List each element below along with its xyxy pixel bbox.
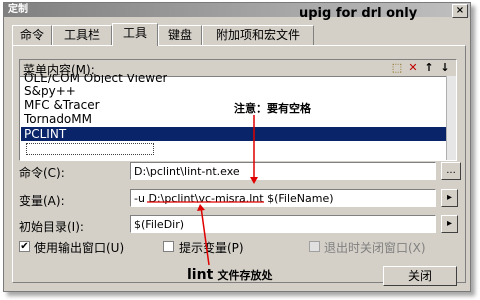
browse-button[interactable]: ... (441, 162, 461, 180)
list-item[interactable]: OLE/COM Object Viewer (24, 74, 167, 83)
list-item-selected[interactable]: PCLINT (21, 127, 454, 141)
prompt-arguments-label: 提示变量(P) (179, 241, 244, 255)
arguments-label: 变量(A): (19, 194, 65, 208)
new-item-icon[interactable]: ⬚ (390, 61, 404, 75)
close-on-exit-label: 退出时关闭窗口(X) (324, 241, 426, 255)
delete-icon[interactable]: ✕ (406, 61, 420, 75)
list-item[interactable]: TornadoMM (24, 112, 92, 126)
list-item[interactable]: MFC &Tracer (24, 98, 100, 112)
annotation-lint-location: 文件存放处 (217, 269, 273, 282)
close-icon[interactable]: × (452, 4, 468, 18)
annotation-note: 注意：要有空格 (234, 102, 311, 115)
command-label: 命令(C): (19, 166, 65, 180)
tab-commands[interactable]: 命令 (12, 25, 52, 45)
initial-dir-menu-button[interactable]: ▸ (441, 215, 458, 233)
up-arrow-icon[interactable]: ↑ (422, 61, 436, 75)
close-on-exit-checkbox (309, 241, 320, 252)
prompt-arguments-checkbox[interactable] (163, 241, 174, 252)
window-title: 定制 (8, 4, 28, 15)
new-entry-placeholder[interactable] (26, 143, 154, 155)
tab-toolbars[interactable]: 工具栏 (52, 25, 112, 45)
arguments-field[interactable]: -u D:\pclint\vc-misra.lnt $(FileName) (130, 189, 436, 207)
initial-dir-label: 初始目录(I): (19, 220, 84, 234)
tab-keyboard[interactable]: 键盘 (158, 25, 202, 45)
annotation-top: upig for drl only (299, 6, 418, 21)
tools-panel: 菜单内容(M): ⬚ ✕ ↑ ↓ OLE/COM Object Viewer S… (12, 45, 466, 286)
use-output-window-label: 使用输出窗口(U) (34, 241, 125, 255)
arguments-menu-button[interactable]: ▸ (441, 189, 458, 207)
customize-dialog: 定制 × upig for drl only 命令 工具栏 工具 键盘 附加项和… (3, 2, 471, 292)
close-button[interactable]: 关闭 (383, 266, 457, 286)
tab-addins-macros[interactable]: 附加项和宏文件 (202, 25, 314, 45)
annotation-lint-dir: lint 文件存放处 (187, 267, 272, 283)
down-arrow-icon[interactable]: ↓ (438, 61, 452, 75)
use-output-window-checkbox[interactable]: ✔ (19, 241, 30, 252)
annotation-lint-word: lint (187, 267, 214, 283)
list-scrollbar[interactable] (446, 76, 456, 160)
initial-dir-field[interactable]: $(FileDir) (130, 215, 436, 233)
command-field[interactable]: D:\pclint\lint-nt.exe (130, 162, 436, 180)
tab-tools[interactable]: 工具 (112, 23, 158, 46)
list-item[interactable]: S&py++ (24, 84, 76, 98)
